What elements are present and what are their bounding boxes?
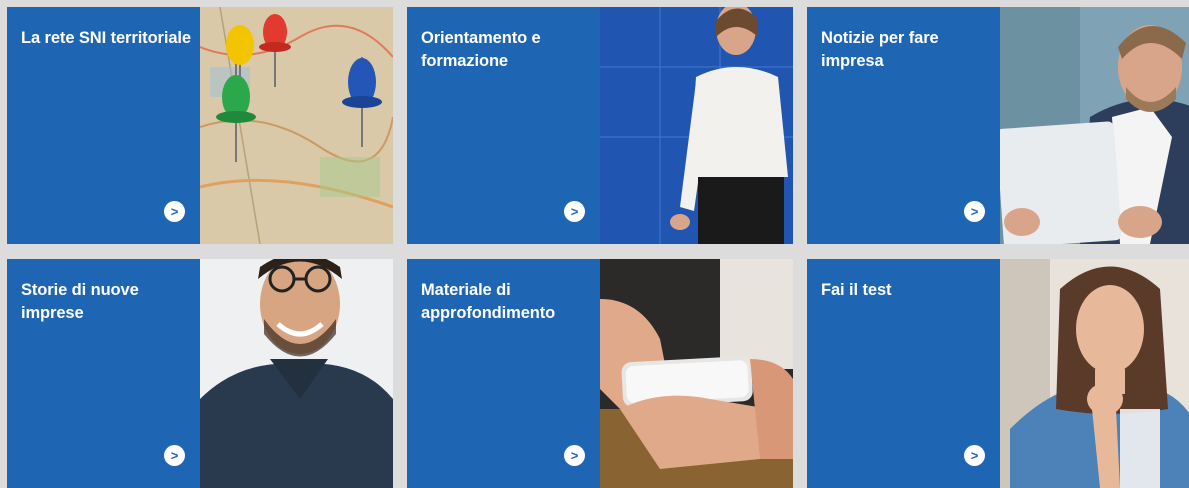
arrow-right-icon[interactable]: > [164,445,185,466]
arrow-right-icon[interactable]: > [564,445,585,466]
card-storie[interactable]: Storie di nuove imprese > [7,259,393,488]
card-title: Notizie per fare impresa [821,29,939,70]
card-title: Materiale di approfondimento [421,281,556,322]
card-title: Storie di nuove imprese [21,281,139,322]
card-notizie[interactable]: Notizie per fare impresa > [807,7,1189,244]
card-orientamento[interactable]: Orientamento e formazione > [407,7,793,244]
hands-with-smartphone-photo [600,259,793,488]
card-title: La rete SNI territoriale [21,29,191,47]
card-materiale[interactable]: Materiale di approfondimento > [407,259,793,488]
thinking-woman-photo [1000,259,1189,488]
smiling-man-with-glasses-photo [200,259,393,488]
map-with-pins-photo [200,7,393,244]
businessman-with-tablet-photo [1000,7,1189,244]
card-title: Orientamento e formazione [421,29,541,70]
card-test[interactable]: Fai il test > [807,259,1189,488]
card-rete-sni[interactable]: La rete SNI territoriale > [7,7,393,244]
arrow-right-icon[interactable]: > [964,201,985,222]
arrow-right-icon[interactable]: > [164,201,185,222]
arrow-right-icon[interactable]: > [964,445,985,466]
card-title: Fai il test [821,281,892,299]
tile-grid: La rete SNI territoriale > Orientamento … [0,0,1189,488]
speaker-on-stage-photo [600,7,793,244]
arrow-right-icon[interactable]: > [564,201,585,222]
